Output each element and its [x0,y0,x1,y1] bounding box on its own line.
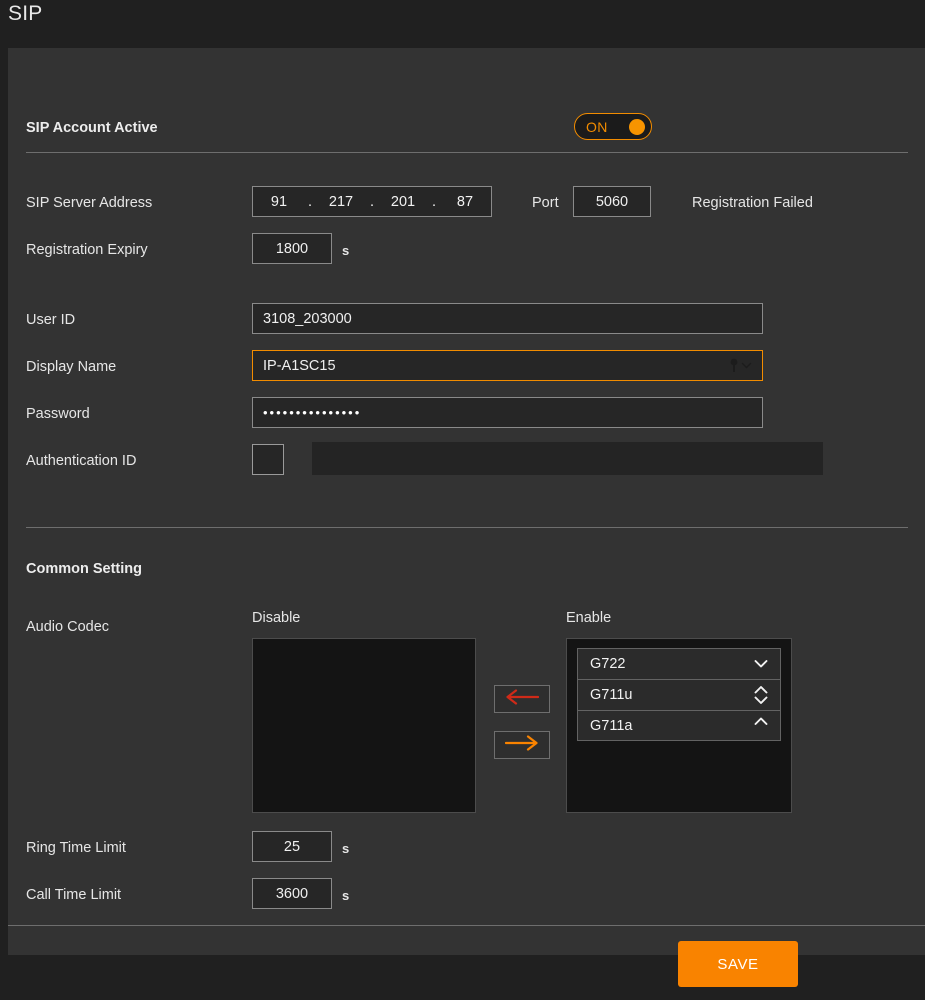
chevron-down-icon[interactable] [754,660,768,669]
port-input[interactable]: 5060 [573,186,651,217]
call-time-limit-label: Call Time Limit [26,887,121,903]
password-value: ••••••••••••••• [263,405,361,420]
toggle-state-label: ON [586,119,608,135]
save-button[interactable]: SAVE [678,941,798,987]
disabled-codec-list[interactable] [252,638,476,813]
call-time-limit-unit: s [342,888,349,903]
sip-account-active-toggle[interactable]: ON [574,113,652,140]
authentication-id-checkbox[interactable] [252,444,284,475]
ip-octet-2[interactable]: 217 [315,194,367,210]
enable-list-label: Enable [566,610,611,626]
ip-separator: . [367,198,377,206]
ip-octet-4[interactable]: 87 [439,194,491,210]
arrow-left-icon [505,689,539,710]
ring-time-limit-label: Ring Time Limit [26,840,126,856]
common-setting-heading: Common Setting [26,561,142,577]
registration-status-text: Registration Failed [692,195,813,211]
user-id-input[interactable]: 3108_203000 [252,303,763,334]
ip-octet-1[interactable]: 91 [253,194,305,210]
display-name-input[interactable]: IP-A1SC15 [252,350,763,381]
ip-separator: . [429,198,439,206]
disable-list-label: Disable [252,610,300,626]
move-to-disable-button[interactable] [494,685,550,713]
codec-name: G711u [590,687,632,703]
key-chevron-down-icon[interactable] [729,358,752,374]
authentication-id-label: Authentication ID [26,453,136,469]
codec-list-item[interactable]: G722 [577,648,781,679]
registration-expiry-input[interactable]: 1800 [252,233,332,264]
ring-time-limit-input[interactable]: 25 [252,831,332,862]
divider-common [26,527,908,528]
ip-octet-3[interactable]: 201 [377,194,429,210]
codec-list-item[interactable]: G711a [577,710,781,741]
sip-settings-page: SIP SIP Account Active ON SIP Server Add… [0,0,925,1000]
divider-footer [8,925,925,926]
ring-time-limit-unit: s [342,841,349,856]
arrow-right-icon [505,735,539,756]
codec-list-item[interactable]: G711u [577,679,781,710]
authentication-id-input [312,442,823,475]
page-title: SIP [8,2,42,26]
port-label: Port [532,195,559,211]
enabled-codec-list[interactable]: G722 G711u G711a [566,638,792,813]
registration-expiry-unit: s [342,243,349,258]
chevron-up-down-icon[interactable] [754,686,768,704]
sip-server-address-input[interactable]: 91 . 217 . 201 . 87 [252,186,492,217]
registration-expiry-label: Registration Expiry [26,242,148,258]
display-name-value: IP-A1SC15 [263,358,336,374]
password-label: Password [26,406,90,422]
password-input[interactable]: ••••••••••••••• [252,397,763,428]
call-time-limit-input[interactable]: 3600 [252,878,332,909]
sip-server-address-label: SIP Server Address [26,195,152,211]
codec-name: G711a [590,718,632,734]
display-name-label: Display Name [26,359,116,375]
codec-name: G722 [590,656,625,672]
ip-separator: . [305,198,315,206]
title-bar: SIP [0,0,925,48]
settings-panel: SIP Account Active ON SIP Server Address… [8,48,925,955]
audio-codec-label: Audio Codec [26,619,109,635]
sip-account-active-heading: SIP Account Active [26,120,158,136]
toggle-knob [629,119,645,135]
move-to-enable-button[interactable] [494,731,550,759]
chevron-up-icon[interactable] [754,717,768,726]
divider-top [26,152,908,153]
user-id-label: User ID [26,312,75,328]
